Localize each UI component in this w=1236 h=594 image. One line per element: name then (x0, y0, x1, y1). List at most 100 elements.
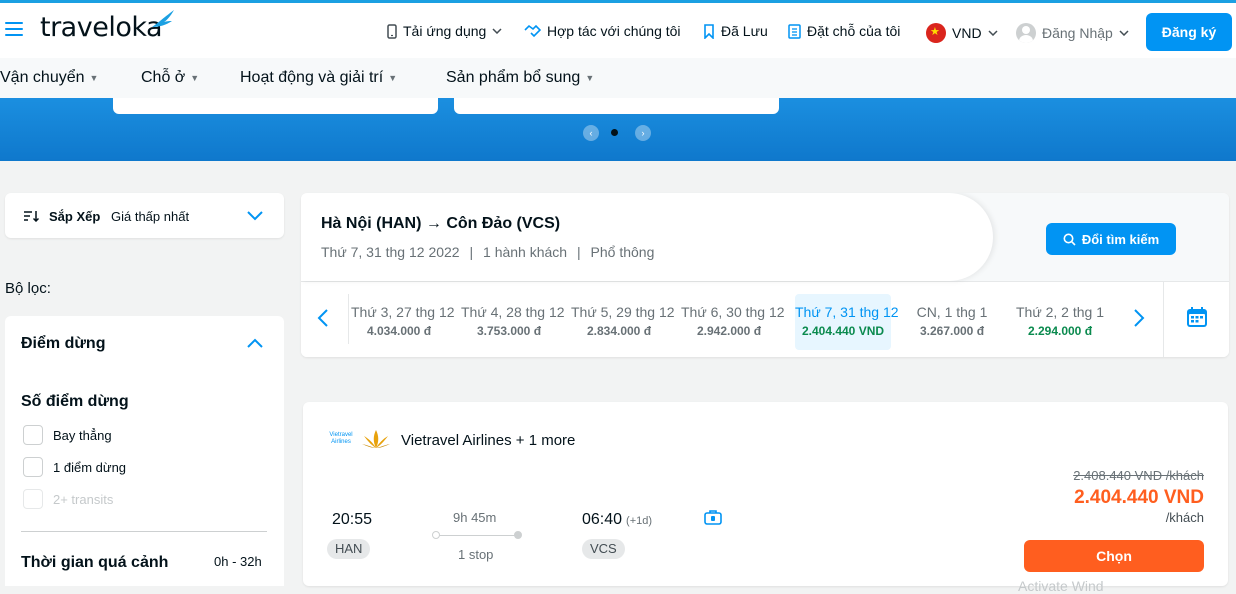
checkbox (23, 489, 43, 509)
vietravel-logo: Vietravel Airlines (329, 432, 353, 445)
price: 2.404.440 VND (1074, 487, 1204, 508)
download-app-label: Tải ứng dụng (403, 23, 487, 39)
date-label: Thứ 2, 2 thg 1 (1016, 304, 1104, 320)
transit-time-range: 0h - 32h (214, 554, 262, 569)
date-option[interactable]: Thứ 5, 29 thg 12 2.834.000 đ (571, 294, 675, 350)
divider (21, 531, 267, 532)
route-cabin: Phổ thông (590, 244, 655, 260)
currency-label: VND (952, 25, 982, 41)
route-start-dot (432, 531, 440, 539)
flight-duration: 9h 45m (453, 510, 497, 525)
my-bookings-label: Đặt chỗ của tôi (807, 23, 901, 39)
chevron-down-icon (988, 30, 998, 36)
register-button[interactable]: Đăng ký (1146, 13, 1232, 51)
caret-down-icon: ▼ (190, 72, 200, 83)
nav-activities[interactable]: Hoạt động và giải trí ▼ (240, 69, 397, 87)
change-search-button[interactable]: Đổi tìm kiếm (1046, 223, 1176, 255)
filter-direct[interactable]: Bay thẳng (23, 425, 112, 445)
promo-card[interactable] (454, 98, 779, 114)
logo[interactable]: traveloka (40, 12, 163, 43)
search-icon (1063, 233, 1076, 246)
transit-time-title: Thời gian quá cảnh (21, 554, 169, 571)
arrive-time: 06:40 (582, 511, 623, 528)
avatar-icon (1016, 23, 1036, 43)
separator: | (576, 244, 581, 260)
arrive-time-group: 06:40 (+1d) (582, 511, 652, 529)
caret-down-icon: ▼ (585, 72, 595, 83)
date-label: CN, 1 thg 1 (916, 304, 988, 320)
stops-section-title: Điểm dừng (21, 335, 106, 352)
chevron-down-icon (492, 28, 502, 34)
login-link[interactable]: Đăng Nhập (1016, 23, 1129, 43)
date-option[interactable]: Thứ 3, 27 thg 12 4.034.000 đ (351, 294, 455, 350)
list-icon (788, 23, 801, 39)
vietnam-flag-icon (926, 23, 946, 43)
depart-time: 20:55 (332, 511, 373, 528)
chevron-right-icon[interactable] (1133, 309, 1145, 327)
date-option[interactable]: CN, 1 thg 1 3.267.000 đ (904, 294, 1000, 350)
nav-extras[interactable]: Sản phẩm bổ sung ▼ (446, 69, 594, 87)
watermark-text: Activate Wind (1018, 578, 1104, 594)
promo-card[interactable] (113, 98, 438, 114)
caret-down-icon: ▼ (89, 72, 99, 83)
sort-value: Giá thấp nhất (111, 209, 190, 224)
checkbox[interactable] (23, 425, 43, 445)
calendar-icon[interactable] (1186, 306, 1208, 328)
date-price: 4.034.000 đ (366, 324, 432, 338)
nav-transport[interactable]: Vận chuyển ▼ (0, 69, 98, 87)
route-line (433, 535, 519, 536)
filter-two-plus-label: 2+ transits (53, 491, 114, 507)
route-end-dot (514, 531, 522, 539)
baggage-icon[interactable] (704, 509, 722, 525)
handshake-icon (524, 24, 541, 38)
chevron-up-icon[interactable] (247, 338, 263, 348)
route-passengers: 1 hành khách (483, 244, 568, 260)
chevron-left-icon[interactable] (317, 309, 329, 327)
checkbox[interactable] (23, 457, 43, 477)
chevron-down-icon (247, 211, 263, 221)
nav-accommodation[interactable]: Chỗ ở ▼ (141, 69, 199, 87)
choose-button[interactable]: Chọn (1024, 540, 1204, 572)
filter-one-stop[interactable]: 1 điểm dừng (23, 457, 126, 477)
route-details: Thứ 7, 31 thg 12 2022 | 1 hành khách | P… (321, 244, 654, 260)
caret-down-icon: ▼ (388, 72, 398, 83)
price-unit: /khách (1165, 510, 1204, 525)
route-summary: Hà Nội (HAN) → Côn Đảo (VCS) Thứ 7, 31 t… (301, 193, 1229, 357)
carousel-next-icon[interactable]: › (635, 125, 651, 141)
currency-selector[interactable]: VND (926, 23, 998, 43)
date-option[interactable]: Thứ 6, 30 thg 12 2.942.000 đ (681, 294, 785, 350)
sort-dropdown[interactable]: Sắp Xếp Giá thấp nhất (5, 193, 284, 238)
menu-icon[interactable] (5, 22, 23, 36)
logo-bird-icon (152, 10, 174, 27)
date-option[interactable]: Thứ 2, 2 thg 1 2.294.000 đ (1012, 294, 1108, 350)
top-bar: traveloka Tải ứng dụng Hợp tác với chúng… (0, 0, 1236, 58)
bookmark-icon (704, 23, 714, 39)
depart-code: HAN (327, 539, 371, 559)
date-option[interactable]: Thứ 4, 28 thg 12 3.753.000 đ (461, 294, 565, 350)
stops-heading: Số điểm dừng (21, 393, 129, 410)
next-day-label: (+1d) (626, 515, 653, 527)
download-app-link[interactable]: Tải ứng dụng (387, 23, 502, 39)
date-price: 2.834.000 đ (586, 324, 652, 338)
saved-link[interactable]: Đã Lưu (703, 23, 768, 39)
partner-link[interactable]: Hợp tác với chúng tôi (524, 23, 681, 39)
date-option-selected[interactable]: Thứ 7, 31 thg 12 2.404.440 VND (795, 294, 899, 350)
sort-icon (24, 211, 39, 222)
nav-extras-label: Sản phẩm bổ sung (446, 69, 581, 86)
nav-transport-label: Vận chuyển (0, 69, 85, 86)
date-price: 3.267.000 đ (919, 324, 985, 338)
my-bookings-link[interactable]: Đặt chỗ của tôi (788, 23, 900, 39)
phone-icon (387, 23, 397, 39)
lotus-logo-icon (362, 430, 390, 448)
route-date: Thứ 7, 31 thg 12 2022 (321, 244, 460, 260)
date-price: 2.294.000 đ (1027, 324, 1093, 338)
carousel-indicator (611, 129, 618, 136)
route-header: Hà Nội (HAN) → Côn Đảo (VCS) Thứ 7, 31 t… (301, 193, 993, 281)
nav-activities-label: Hoạt động và giải trí (240, 69, 384, 86)
separator: | (469, 244, 474, 260)
carousel-prev-icon[interactable]: ‹ (583, 125, 599, 141)
chevron-down-icon (1119, 30, 1129, 36)
flight-card[interactable]: Vietravel Airlines Vietravel Airlines + … (303, 402, 1228, 594)
filter-direct-label: Bay thẳng (53, 427, 112, 443)
filter-one-stop-label: 1 điểm dừng (53, 459, 127, 475)
